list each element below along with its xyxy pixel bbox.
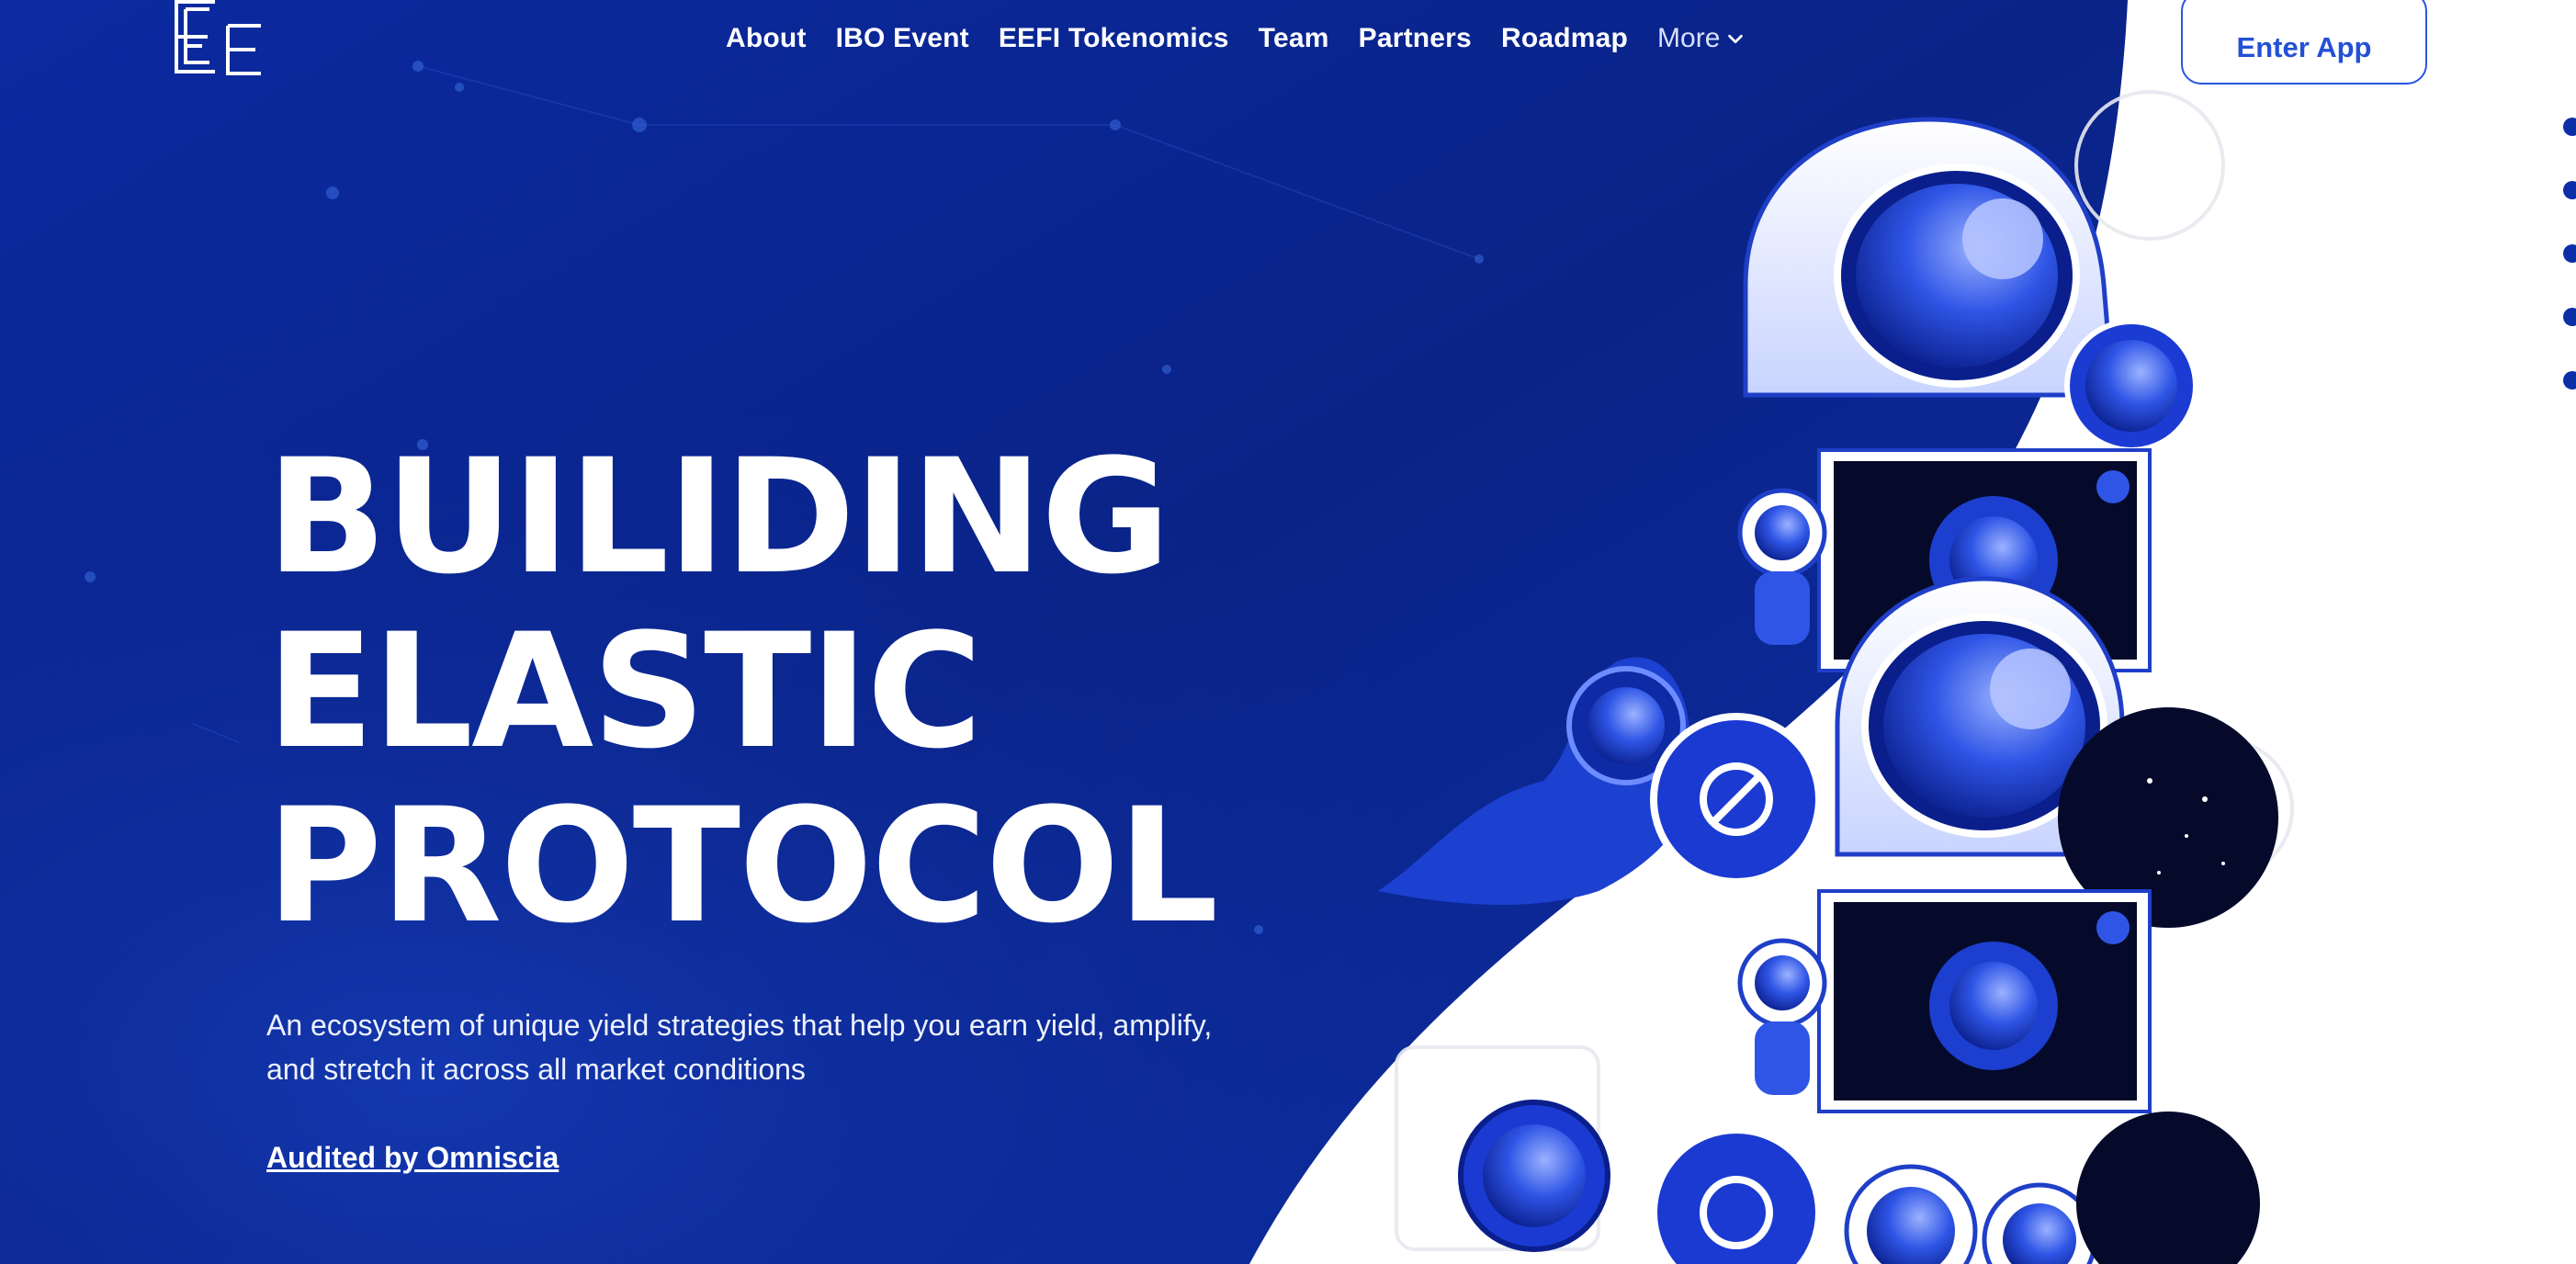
section-pager xyxy=(2563,118,2576,389)
nav-item-about[interactable]: About xyxy=(726,23,807,54)
ee-logo-icon[interactable] xyxy=(173,0,265,77)
pager-dot[interactable] xyxy=(2563,181,2576,199)
nav-more-label: More xyxy=(1657,23,1721,53)
nav-item-partners[interactable]: Partners xyxy=(1359,23,1472,54)
hero-description: An ecosystem of unique yield strategies … xyxy=(266,1009,1213,1086)
audit-link[interactable]: Audited by Omniscia xyxy=(266,1141,559,1175)
pager-dot[interactable] xyxy=(2563,371,2576,389)
hero-title-line-1: BUILIDING xyxy=(266,424,1170,609)
nav-item-eefi-tokenomics[interactable]: EEFI Tokenomics xyxy=(999,23,1229,54)
pager-dot[interactable] xyxy=(2563,244,2576,263)
pager-dot[interactable] xyxy=(2563,118,2576,136)
nav-item-team[interactable]: Team xyxy=(1259,23,1329,54)
hero-title: BUILIDING ELASTIC PROTOCOL xyxy=(266,424,1218,958)
nav-more-dropdown[interactable]: More xyxy=(1657,23,1746,54)
astronaut-illustration xyxy=(1378,117,2278,1264)
nav-item-ibo-event[interactable]: IBO Event xyxy=(836,23,969,54)
nav-item-roadmap[interactable]: Roadmap xyxy=(1501,23,1628,54)
hero-title-line-2: ELASTIC xyxy=(266,599,983,784)
enter-app-button[interactable]: Enter App xyxy=(2181,0,2427,85)
chevron-down-icon xyxy=(1728,34,1744,44)
pager-dot[interactable] xyxy=(2563,308,2576,326)
hero-title-line-3: PROTOCOL xyxy=(266,773,1218,958)
main-nav: About IBO Event EEFI Tokenomics Team Par… xyxy=(726,13,1746,64)
